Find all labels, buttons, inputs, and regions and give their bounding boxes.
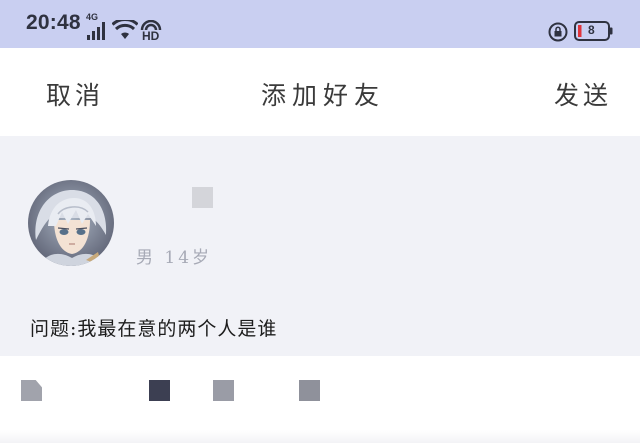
- page-title: 添加好友: [261, 81, 386, 110]
- wifi-icon: [112, 20, 138, 39]
- rotation-lock-icon: [548, 22, 568, 42]
- verification-question: 问题:我最在意的两个人是谁: [30, 318, 278, 340]
- navigation-bar: 取消 添加好友 发送: [0, 48, 640, 136]
- hd-label: HD: [142, 29, 160, 43]
- clock-time: 20:48: [26, 11, 81, 34]
- username-placeholder: [192, 187, 213, 208]
- gender-age-text: 男 14岁: [136, 248, 213, 268]
- battery-level-text: 8: [588, 23, 595, 37]
- avatar[interactable]: [28, 180, 114, 266]
- send-button[interactable]: 发送: [554, 76, 612, 112]
- obscured-text-block: [299, 380, 320, 401]
- obscured-text-block: [149, 380, 170, 401]
- avatar-image: [28, 180, 114, 266]
- obscured-text-block: [213, 380, 234, 401]
- cancel-button[interactable]: 取消: [46, 76, 104, 112]
- profile-card: 男 14岁 问题:我最在意的两个人是谁: [0, 136, 640, 356]
- signal-icon: [87, 22, 105, 40]
- status-bar: 20:48 4G HD 8: [0, 0, 640, 48]
- obscured-text-block: [21, 380, 42, 401]
- bottom-divider: [0, 430, 640, 443]
- network-type-label: 4G: [86, 12, 99, 22]
